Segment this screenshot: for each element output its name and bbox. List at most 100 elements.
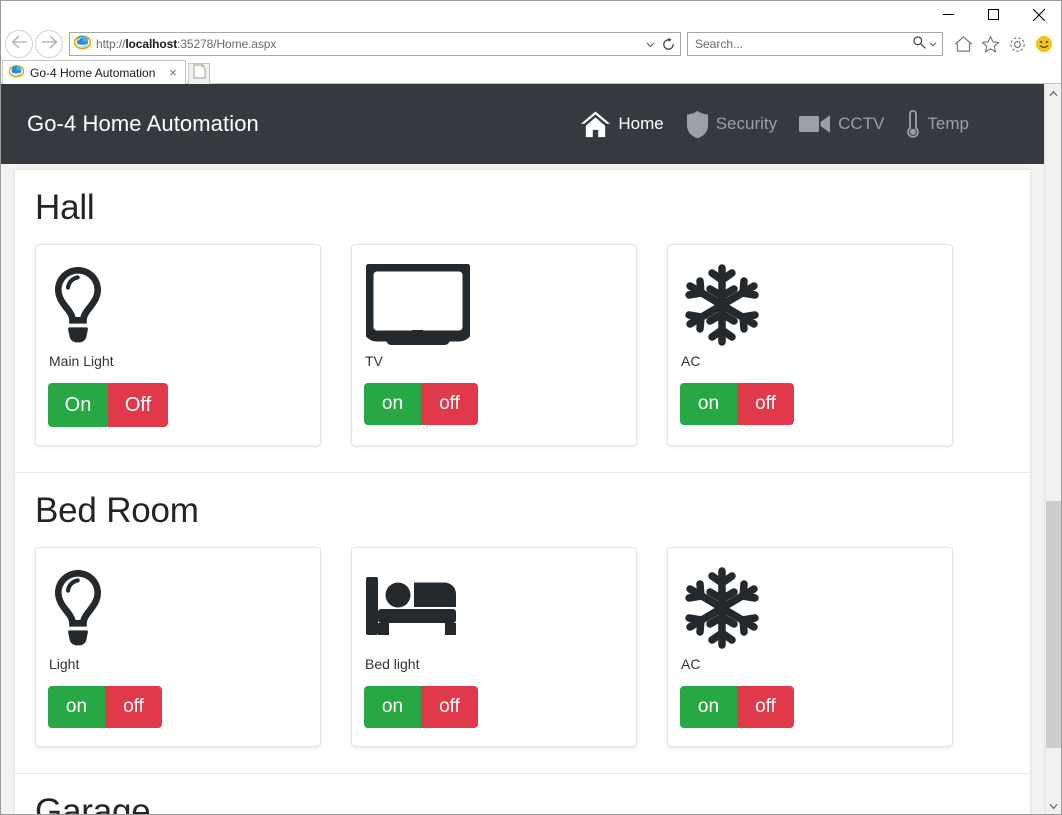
device-label: Main Light [49,353,114,369]
minimize-icon [943,9,954,20]
rooms-panel: Hall Main Light On Off TV on off AC on o… [15,170,1030,814]
device-card-tv[interactable]: TV on off [351,244,637,446]
nav-label-home: Home [618,114,664,133]
device-off-button[interactable]: off [737,686,794,728]
device-on-button[interactable]: On [48,383,108,427]
tab-title: Go-4 Home Automation [30,65,156,80]
tab-close-icon[interactable]: × [165,66,181,79]
lightbulb-icon [48,562,320,654]
device-label: TV [365,353,383,369]
favorites-star-icon[interactable] [979,33,1001,55]
address-dropdown-caret-icon[interactable] [642,40,658,49]
close-button[interactable] [1016,1,1061,28]
device-toggle-group: on off [48,686,162,728]
video-camera-icon [799,113,831,135]
scrollbar-track[interactable] [1045,101,1061,797]
tab-go-4-home-automation[interactable]: Go-4 Home Automation × [2,60,186,84]
forward-arrow-icon [41,35,58,54]
television-icon [364,259,636,351]
shield-icon [686,110,709,139]
site-navbar: Go-4 Home Automation Home Security CCTV … [1,84,1044,164]
page-scrollbar[interactable] [1044,84,1061,814]
section-title-garage: Garage [35,792,151,814]
device-on-button[interactable]: on [680,383,737,425]
device-on-button[interactable]: on [680,686,737,728]
svg-text:*: * [200,64,204,73]
nav-item-home[interactable]: Home [580,110,664,139]
tab-favicon-icon [8,63,25,83]
refresh-icon[interactable] [658,37,678,52]
url-bar[interactable]: http://localhost:35278/Home.aspx [69,32,681,56]
section-bed-room: Bed Room Light on off Bed light on off A… [15,473,1030,774]
device-on-button[interactable]: on [48,686,105,728]
browser-toolbar-icons [952,33,1055,55]
device-card-ac-bed-room[interactable]: AC on off [667,547,953,747]
search-input[interactable]: Search... [687,32,943,56]
snowflake-icon [680,259,952,351]
device-on-button[interactable]: on [364,686,421,728]
house-icon [580,110,611,139]
device-toggle-group: On Off [48,383,168,427]
site-brand[interactable]: Go-4 Home Automation [27,111,259,137]
home-icon[interactable] [952,33,974,55]
title-bar [1,1,1061,28]
device-toggle-group: on off [680,383,794,425]
device-off-button[interactable]: off [737,383,794,425]
forward-button[interactable] [35,30,63,58]
scroll-up-button[interactable] [1045,84,1061,101]
snowflake-icon [680,562,952,654]
back-arrow-icon [11,35,28,54]
device-card-ac-hall[interactable]: AC on off [667,244,953,446]
device-off-button[interactable]: off [421,686,478,728]
nav-item-security[interactable]: Security [686,110,777,139]
maximize-button[interactable] [971,1,1016,28]
device-card-list-bed-room: Light on off Bed light on off AC on off [35,547,1010,747]
thermometer-icon [906,109,920,140]
site-nav-links: Home Security CCTV Temp [580,109,969,140]
lightbulb-icon [48,259,320,351]
back-button[interactable] [5,30,33,58]
device-label: AC [681,353,701,369]
new-tab-button[interactable]: * [188,63,210,84]
tools-gear-icon[interactable] [1006,33,1028,55]
chevron-up-icon [1049,84,1058,102]
device-card-light[interactable]: Light on off [35,547,321,747]
section-garage: Garage [15,774,1030,814]
device-toggle-group: on off [364,383,478,425]
device-label: AC [681,656,701,672]
address-bar: http://localhost:35278/Home.aspx Search.… [1,28,1061,60]
new-tab-icon: * [193,63,206,84]
internet-explorer-logo-icon [73,33,92,55]
device-card-bed-light[interactable]: Bed light on off [351,547,637,747]
device-label: Bed light [365,656,420,672]
url-text: http://localhost:35278/Home.aspx [96,37,277,51]
nav-label-temp: Temp [927,114,969,133]
device-toggle-group: on off [680,686,794,728]
close-icon [1032,8,1045,21]
device-off-button[interactable]: off [421,383,478,425]
device-toggle-group: on off [364,686,478,728]
device-on-button[interactable]: on [364,383,421,425]
section-hall: Hall Main Light On Off TV on off AC on o… [15,170,1030,473]
search-provider-caret-icon[interactable] [929,35,937,53]
scrollbar-thumb[interactable] [1046,501,1061,748]
smiley-feedback-icon[interactable] [1033,33,1055,55]
nav-label-cctv: CCTV [838,114,885,133]
chevron-down-icon [1049,797,1058,815]
bed-icon [364,562,636,654]
page-content: Go-4 Home Automation Home Security CCTV … [1,84,1044,814]
section-title-hall: Hall [35,188,95,227]
device-card-list-hall: Main Light On Off TV on off AC on off [35,244,1010,446]
search-placeholder: Search... [695,37,744,51]
browser-window: http://localhost:35278/Home.aspx Search.… [0,0,1062,815]
scroll-down-button[interactable] [1045,797,1061,814]
minimize-button[interactable] [926,1,971,28]
device-off-button[interactable]: Off [108,383,168,427]
maximize-icon [988,9,999,20]
device-label: Light [49,656,80,672]
device-off-button[interactable]: off [105,686,162,728]
nav-item-temp[interactable]: Temp [906,109,969,140]
search-icon[interactable] [912,35,926,54]
nav-item-cctv[interactable]: CCTV [799,113,884,135]
device-card-main-light[interactable]: Main Light On Off [35,244,321,446]
